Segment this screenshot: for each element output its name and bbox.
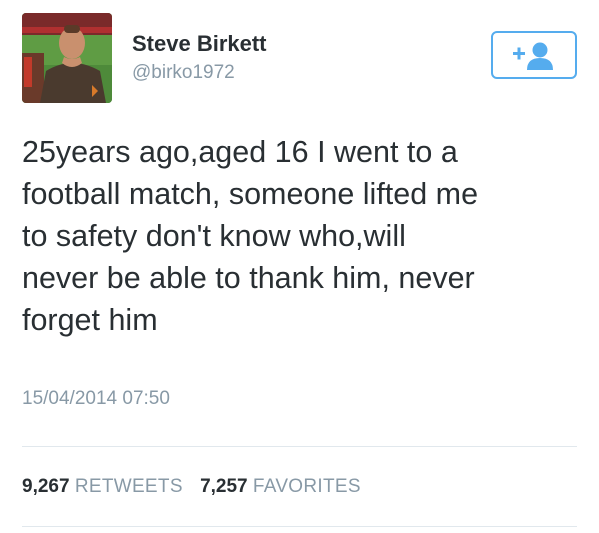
retweet-label: RETWEETS: [74, 476, 183, 497]
tweet-text: 25years ago,aged 16 I went to a football…: [22, 131, 582, 341]
tweet-text-line: forget him: [22, 303, 158, 337]
author-avatar[interactable]: [22, 13, 112, 103]
tweet-text-line: football match, someone lifted me: [22, 177, 479, 211]
retweet-count: 9,267: [22, 476, 70, 497]
avatar-photo: [22, 13, 112, 103]
favorite-count: 7,257: [200, 476, 248, 497]
author-handle[interactable]: @birko1972: [132, 62, 235, 84]
author-name[interactable]: Steve Birkett: [132, 31, 267, 57]
tweet-timestamp[interactable]: 15/04/2014 07:50: [22, 388, 170, 410]
tweet-stats: 9,267 RETWEETS 7,257 FAVORITES: [22, 476, 361, 498]
tweet-text-line: to safety don't know who,will: [22, 219, 406, 253]
tweet-text-line: 25years ago,aged 16 I went to a: [22, 135, 458, 169]
tweet-text-line: never be able to thank him, never: [22, 261, 475, 295]
follow-button[interactable]: [491, 31, 577, 79]
divider: [22, 526, 577, 527]
retweets-stat[interactable]: 9,267 RETWEETS: [22, 476, 183, 498]
divider: [22, 446, 577, 447]
favorites-stat[interactable]: 7,257 FAVORITES: [200, 476, 361, 498]
favorite-label: FAVORITES: [252, 476, 361, 497]
follow-user-plus-icon: [513, 42, 553, 70]
tweet-card: Steve Birkett @birko1972 25years ago,age…: [0, 0, 599, 533]
